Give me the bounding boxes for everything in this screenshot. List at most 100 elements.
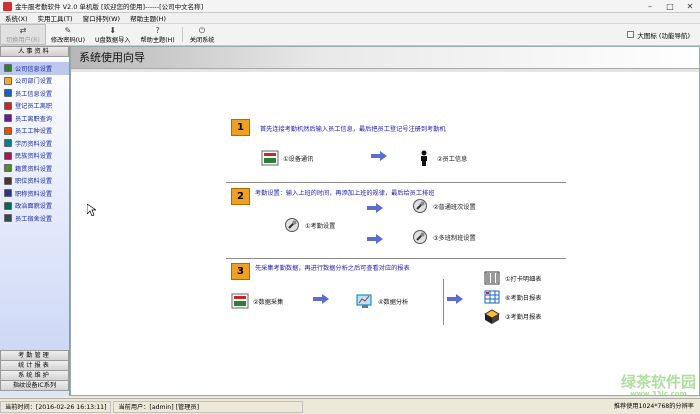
maximize-button[interactable]: □: [660, 0, 680, 13]
title-bar: 金牛服考勤软件 V2.0 单机版 [欢迎您的使用]------[公司中文名称] …: [0, 0, 700, 13]
step-1-description: 首先连接考勤机然后输入员工信息，最后把员工登记号注册到考勤机: [260, 126, 446, 133]
punch-detail-report-link[interactable]: ①打卡明细表: [483, 270, 541, 286]
status-bar: 当前时间：[2016-02-26 16:13:11] 当前用户：[admin] …: [0, 398, 700, 414]
window-controls: – □ ✕: [640, 0, 700, 13]
mouse-cursor-icon: [87, 204, 96, 216]
sidebar-header-personnel[interactable]: 人事资料: [0, 46, 69, 57]
step-1-badge: 1: [231, 119, 250, 136]
sidebar-item[interactable]: 员工信息设置: [0, 87, 69, 100]
switch-user-icon: ⇄: [19, 25, 27, 35]
menu-system[interactable]: 系统(X): [0, 13, 33, 23]
flow-arrow-icon: [371, 151, 387, 161]
status-resolution-hint: 推荐使用1024*768的分辨率: [613, 402, 694, 410]
sidebar-item[interactable]: 学历资料设置: [0, 137, 69, 150]
minimize-button[interactable]: –: [640, 0, 660, 13]
data-collection-label: ②数据采集: [253, 298, 284, 306]
step-divider: [226, 182, 566, 183]
sidebar-item-icon: [4, 101, 12, 110]
sidebar-item[interactable]: 职位资料设置: [0, 175, 69, 188]
device-comm-icon: [231, 293, 249, 309]
device-comm-icon: [261, 150, 279, 166]
sidebar-item-icon: [4, 189, 12, 198]
sidebar-item-icon: [4, 151, 12, 160]
close-system-button[interactable]: ⏻ 关闭系统: [185, 24, 220, 45]
barcode-icon: [483, 270, 501, 286]
switch-user-label: 切换用户(R): [6, 36, 40, 44]
menu-window[interactable]: 窗口排列(W): [78, 13, 126, 23]
close-button[interactable]: ✕: [680, 0, 700, 13]
analysis-icon: [356, 293, 374, 309]
sidebar-item-list: 公司信息设置 公司部门设置 员工信息设置 登记员工离职 员工离职查询员工工种设置 学历资料…: [0, 57, 69, 351]
big-icon-checkbox[interactable]: [627, 31, 635, 38]
help-button[interactable]: ? 帮助主题(H): [135, 24, 179, 45]
normal-shift-label: ②普通班次设置: [433, 203, 476, 211]
step-3-badge: 3: [231, 263, 250, 280]
watermark-title: 绿茶软件园: [620, 373, 696, 391]
app-logo-icon: [3, 1, 12, 11]
download-icon: ⬇: [109, 25, 117, 35]
sidebar-item[interactable]: 公司信息设置: [0, 62, 69, 75]
sidebar-tab-fingerprint[interactable]: 指纹设备IC系列: [0, 380, 69, 391]
device-comm-link[interactable]: ①设备通讯: [261, 150, 313, 166]
wrench-icon: [411, 198, 429, 214]
step-2-badge: 2: [231, 188, 250, 205]
big-icon-toggle[interactable]: 大图标 (功能导航): [627, 24, 700, 45]
status-user: 当前用户：[admin] [管理员]: [113, 400, 304, 413]
usb-import-label: U盘数据导入: [95, 36, 131, 44]
edit-icon: ✎: [64, 25, 72, 35]
daily-report-label: ⑥考勤日报表: [505, 294, 542, 302]
sidebar-item-icon: [4, 76, 12, 85]
normal-shift-link[interactable]: ②普通班次设置: [411, 198, 476, 214]
change-password-button[interactable]: ✎ 修改密码(U): [46, 24, 90, 45]
sidebar-item[interactable]: 政治面貌设置: [0, 200, 69, 213]
sidebar-item-label: 职称资料设置: [15, 190, 53, 198]
sidebar-item[interactable]: 员工宿舍设置: [0, 212, 69, 225]
menu-tools[interactable]: 实用工具(T): [33, 13, 78, 23]
sidebar-item[interactable]: 民族资料设置: [0, 150, 69, 163]
sidebar-item[interactable]: 员工工种设置: [0, 125, 69, 138]
sidebar-item[interactable]: 籍贯资料设置: [0, 162, 69, 175]
report-divider: [443, 279, 444, 325]
data-analysis-link[interactable]: ④数据分析: [356, 293, 408, 309]
multi-shift-label: ③多班制班设置: [433, 234, 476, 242]
sidebar-item-icon: [4, 201, 12, 210]
sidebar-item-label: 职位资料设置: [15, 178, 53, 186]
employee-info-link[interactable]: ②员工信息: [415, 150, 467, 166]
sidebar-item-label: 公司部门设置: [15, 78, 53, 86]
step-2-description: 考勤设置：输入上班的时间，再添加上班的规律，最后给员工排班: [255, 190, 435, 197]
watermark-url: www.33lc.com: [630, 390, 687, 398]
power-icon: ⏻: [198, 25, 206, 35]
multi-shift-link[interactable]: ③多班制班设置: [411, 229, 476, 245]
sidebar-item[interactable]: 公司部门设置: [0, 75, 69, 88]
switch-user-button[interactable]: ⇄ 切换用户(R): [0, 24, 46, 45]
sidebar-item-icon: [4, 139, 12, 148]
attendance-settings-link[interactable]: ①考勤设置: [283, 217, 335, 233]
usb-import-button[interactable]: ⬇ U盘数据导入: [90, 24, 135, 45]
sidebar-item-label: 员工离职查询: [15, 115, 53, 123]
sidebar: 人事资料 公司信息设置 公司部门设置 员工信息设置 登记员工离职 员工离职查询员工工种设…: [0, 46, 70, 396]
menu-bar: 系统(X) 实用工具(T) 窗口排列(W) 帮助主题(H): [0, 13, 700, 24]
status-time: 当前时间：[2016-02-26 16:13:11]: [0, 400, 112, 413]
data-collection-link[interactable]: ②数据采集: [231, 293, 283, 309]
sidebar-item-icon: [4, 176, 12, 185]
flow-arrow-icon: [313, 294, 329, 304]
data-analysis-label: ④数据分析: [378, 298, 409, 306]
sidebar-item-label: 员工信息设置: [15, 90, 53, 98]
daily-report-link[interactable]: ⑥考勤日报表: [483, 289, 541, 305]
sidebar-item[interactable]: 员工离职查询: [0, 112, 69, 125]
toolbar: ⇄ 切换用户(R) ✎ 修改密码(U) ⬇ U盘数据导入 ? 帮助主题(H) ⏻…: [0, 24, 700, 46]
sidebar-item-icon: [4, 164, 12, 173]
sidebar-item[interactable]: 职称资料设置: [0, 187, 69, 200]
monthly-report-link[interactable]: ③考勤月报表: [483, 308, 541, 324]
toolbar-divider: [181, 27, 183, 42]
sidebar-item-label: 登记员工离职: [15, 103, 53, 111]
wrench-icon: [411, 229, 429, 245]
window-title: 金牛服考勤软件 V2.0 单机版 [欢迎您的使用]------[公司中文名称]: [15, 3, 204, 11]
sidebar-item-label: 公司信息设置: [15, 65, 53, 73]
sidebar-item[interactable]: 登记员工离职: [0, 100, 69, 113]
menu-help[interactable]: 帮助主题(H): [125, 13, 171, 23]
sidebar-item-icon: [4, 114, 12, 123]
page-title: 系统使用向导: [71, 47, 699, 69]
box-icon: [483, 308, 501, 324]
employee-info-label: ②员工信息: [437, 155, 468, 163]
